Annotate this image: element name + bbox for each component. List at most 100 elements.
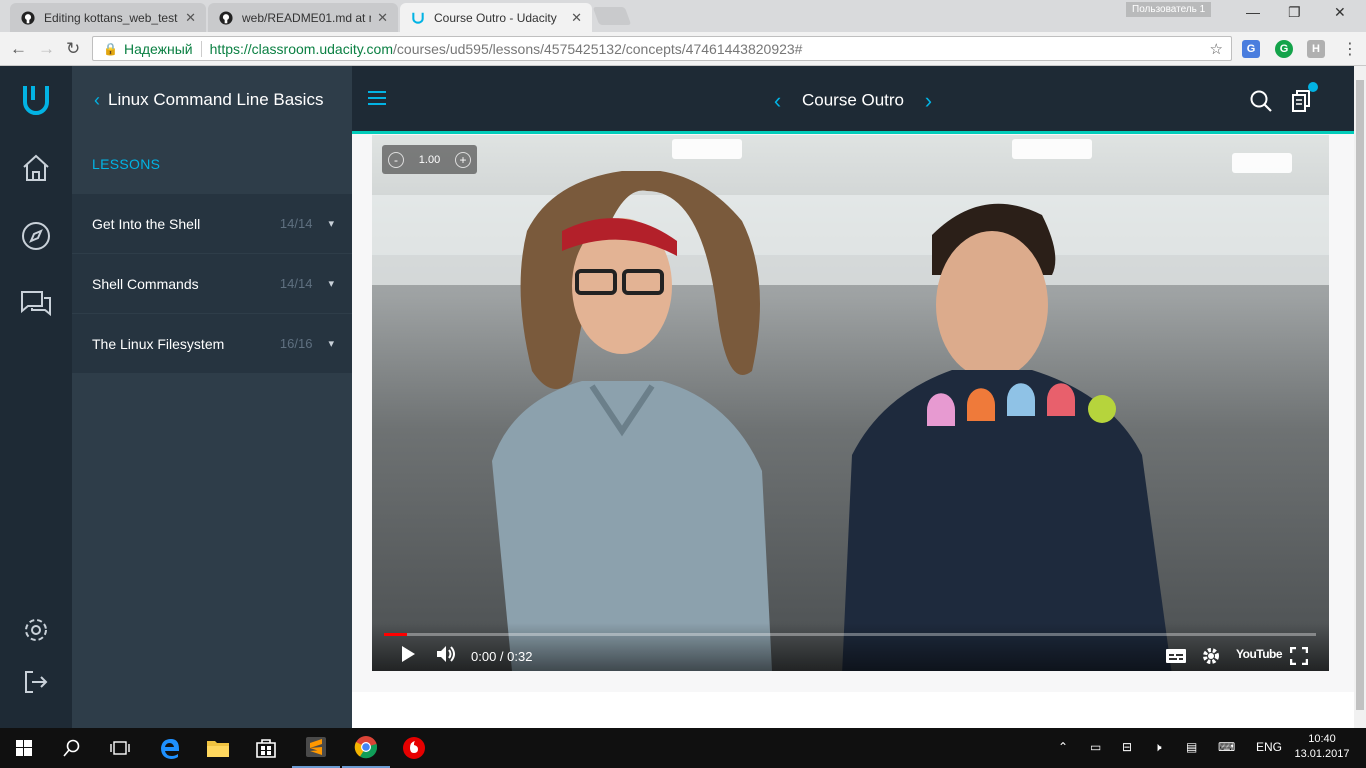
ceiling-light <box>1012 139 1092 159</box>
sublime-text-icon[interactable] <box>292 728 340 768</box>
course-sidebar: ‹ Linux Command Line Basics LESSONS Get … <box>72 66 352 728</box>
system-clock[interactable]: 10:40 13.01.2017 <box>1288 732 1356 762</box>
lesson-progress: 16/16 <box>279 336 313 351</box>
vodafone-icon[interactable] <box>390 728 438 768</box>
chevron-down-icon: ▾ <box>328 278 334 290</box>
restore-icon[interactable]: ❐ <box>1288 4 1301 21</box>
course-back-link[interactable]: ‹ Linux Command Line Basics <box>72 66 352 134</box>
action-center-icon[interactable]: ▤ <box>1186 740 1197 754</box>
close-tab-icon[interactable]: ✕ <box>571 10 582 26</box>
playback-speed-control: - 1.00 + <box>382 145 477 174</box>
github-icon <box>20 10 36 26</box>
video-time: 0:00 / 0:32 <box>471 649 532 664</box>
chrome-menu-icon[interactable]: ⋮ <box>1342 39 1358 59</box>
browser-toolbar: ← → ↻ 🔒 Надежный https://classroom.udaci… <box>0 32 1366 66</box>
url-host: https://classroom.udacity.com <box>209 40 394 57</box>
lesson-name: Get Into the Shell <box>92 215 201 232</box>
lesson-item[interactable]: Get Into the Shell 14/14 ▾ <box>72 194 352 254</box>
concept-navigation: ‹ Course Outro › <box>352 88 1354 114</box>
windows-taskbar: ⌃ ▭ ⊟ 🕨 ▤ ⌨ ENG 10:40 13.01.2017 <box>0 728 1366 768</box>
course-title: Linux Command Line Basics <box>108 90 324 109</box>
lesson-progress: 14/14 <box>279 276 313 291</box>
video-player[interactable]: - 1.00 + 0:00 / 0:32 YouTube <box>372 135 1329 671</box>
grammarly-icon[interactable]: G <box>1275 40 1293 58</box>
fullscreen-icon[interactable] <box>1289 646 1309 670</box>
lessons-section-label: LESSONS <box>92 156 161 172</box>
duration: 0:32 <box>507 649 533 664</box>
new-tab-button[interactable] <box>592 7 632 25</box>
search-icon[interactable] <box>48 728 96 768</box>
page-scrollbar[interactable] <box>1354 66 1366 728</box>
speed-value: 1.00 <box>418 153 441 166</box>
close-window-icon[interactable]: ✕ <box>1334 4 1346 21</box>
store-icon[interactable] <box>242 728 290 768</box>
network-icon[interactable]: ⊟ <box>1122 740 1132 754</box>
github-icon <box>218 10 234 26</box>
tab-title: Editing kottans_web_test <box>44 10 178 25</box>
volume-icon[interactable] <box>436 645 458 668</box>
speed-increase-button[interactable]: + <box>454 151 471 168</box>
input-language[interactable]: ENG <box>1256 740 1282 754</box>
lesson-item[interactable]: Shell Commands 14/14 ▾ <box>72 254 352 314</box>
url-path: /courses/ud595/lessons/4575425132/concep… <box>393 40 803 57</box>
lock-icon: 🔒 <box>103 41 118 56</box>
ceiling-light <box>672 139 742 159</box>
notification-dot <box>1308 82 1318 92</box>
left-rail-nav <box>0 66 72 728</box>
lesson-item[interactable]: The Linux Filesystem 16/16 ▾ <box>72 314 352 374</box>
compass-icon[interactable] <box>18 218 54 254</box>
settings-icon[interactable] <box>1202 647 1220 670</box>
google-translate-icon[interactable]: G <box>1242 40 1260 58</box>
tray-chevron-up-icon[interactable]: ⌃ <box>1058 740 1068 754</box>
lesson-name: Shell Commands <box>92 275 199 292</box>
settings-gear-icon[interactable] <box>18 612 54 648</box>
browser-tab-1[interactable]: Editing kottans_web_test ✕ <box>10 3 206 32</box>
file-explorer-icon[interactable] <box>194 728 242 768</box>
minimize-icon[interactable]: — <box>1246 4 1260 20</box>
captions-icon[interactable] <box>1166 649 1186 668</box>
profile-badge[interactable]: Пользователь 1 <box>1126 2 1212 17</box>
reload-icon[interactable]: ↻ <box>66 39 80 59</box>
back-icon[interactable]: ← <box>10 39 27 59</box>
chrome-icon[interactable] <box>342 728 390 768</box>
udacity-icon <box>410 10 426 26</box>
video-progress-bar[interactable] <box>384 633 1316 636</box>
h-extension-icon[interactable]: H <box>1307 40 1325 58</box>
logout-icon[interactable] <box>18 664 54 700</box>
chevron-down-icon: ▾ <box>328 218 334 230</box>
volume-muted-icon[interactable]: 🕨 <box>1154 740 1162 755</box>
close-tab-icon[interactable]: ✕ <box>377 10 388 26</box>
lesson-name: The Linux Filesystem <box>92 335 225 352</box>
browser-tab-3-active[interactable]: Course Outro - Udacity ✕ <box>400 3 592 32</box>
search-icon[interactable] <box>1250 90 1272 117</box>
lesson-progress: 14/14 <box>279 216 313 231</box>
battery-icon[interactable]: ▭ <box>1090 740 1101 754</box>
main-content: ‹ Course Outro › - 1.00 + 0:00 / 0:32 Yo… <box>352 66 1354 728</box>
browser-tab-2[interactable]: web/README01.md at m ✕ <box>208 3 398 32</box>
windows-start-icon[interactable] <box>0 728 48 768</box>
bookmark-star-icon[interactable]: ☆ <box>1210 40 1223 58</box>
udacity-logo-icon[interactable] <box>18 82 54 118</box>
edge-browser-icon[interactable] <box>146 728 194 768</box>
clock-time: 10:40 <box>1308 733 1336 745</box>
home-icon[interactable] <box>18 150 54 186</box>
video-progress-fill <box>384 633 408 636</box>
close-tab-icon[interactable]: ✕ <box>185 10 196 26</box>
concept-topbar: ‹ Course Outro › <box>352 66 1354 134</box>
address-bar[interactable]: 🔒 Надежный https://classroom.udacity.com… <box>92 36 1232 61</box>
concept-title: Course Outro <box>801 90 905 110</box>
resources-icon[interactable] <box>1292 82 1318 117</box>
scrollbar-thumb[interactable] <box>1356 80 1364 710</box>
tab-title: web/README01.md at m <box>242 10 372 25</box>
previous-concept-icon[interactable]: ‹ <box>774 88 781 113</box>
forward-icon[interactable]: → <box>38 39 55 59</box>
keyboard-icon[interactable]: ⌨ <box>1218 740 1235 754</box>
youtube-logo[interactable]: YouTube <box>1236 647 1283 661</box>
speed-decrease-button[interactable]: - <box>388 151 404 168</box>
next-concept-icon[interactable]: › <box>925 88 932 113</box>
play-icon[interactable] <box>400 645 416 668</box>
chat-icon[interactable] <box>18 286 54 322</box>
task-view-icon[interactable] <box>96 728 144 768</box>
presenter-left <box>492 171 772 671</box>
secure-label: Надежный <box>124 40 202 57</box>
